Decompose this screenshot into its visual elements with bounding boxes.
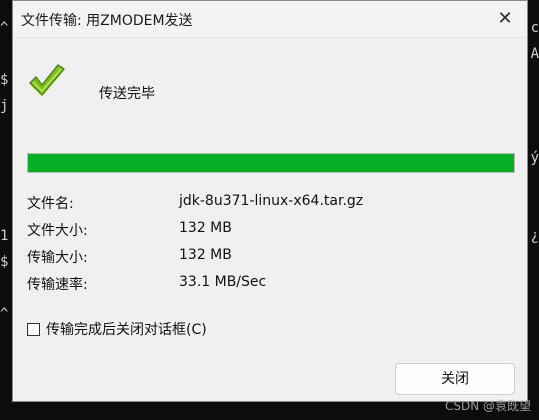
info-row-speed: 传输速率: 33.1 MB/Sec	[27, 274, 507, 301]
info-value: 132 MB	[179, 247, 232, 263]
info-label: 文件名:	[27, 196, 74, 212]
progress-bar	[27, 153, 515, 173]
terminal-char: ý	[530, 150, 539, 166]
info-label: 文件大小:	[27, 223, 88, 239]
dialog-title: 文件传输: 用ZMODEM发送	[21, 13, 193, 29]
close-icon[interactable]: ✕	[493, 7, 517, 31]
terminal-char	[527, 202, 539, 228]
terminal-char: ¿	[530, 228, 539, 244]
terminal-char	[527, 176, 539, 202]
terminal-char	[527, 124, 539, 150]
info-label: 传输速率:	[27, 277, 88, 293]
info-row-filesize: 文件大小: 132 MB	[27, 220, 507, 247]
dialog-titlebar[interactable]: 文件传输: 用ZMODEM发送 ✕	[13, 1, 527, 38]
watermark: CSDN @袁既望	[444, 399, 531, 413]
check-icon	[29, 64, 65, 96]
info-value: jdk-8u371-linux-x64.tar.gz	[179, 193, 364, 209]
info-value: 33.1 MB/Sec	[179, 274, 267, 290]
terminal-char: A	[530, 46, 539, 62]
close-on-complete-option[interactable]: 传输完成后关闭对话框(C)	[27, 319, 207, 339]
info-label: 传输大小:	[27, 250, 88, 266]
terminal-char	[527, 72, 539, 98]
info-value: 132 MB	[179, 220, 232, 236]
terminal-char: c	[530, 20, 539, 36]
close-button[interactable]: 关闭	[395, 363, 515, 395]
transfer-status: 传送完毕	[99, 86, 155, 102]
close-on-complete-label: 传输完成后关闭对话框(C)	[46, 322, 207, 338]
transfer-info: 文件名: jdk-8u371-linux-x64.tar.gz 文件大小: 13…	[27, 193, 507, 301]
terminal-background-right: c A ý ¿	[527, 20, 539, 254]
file-transfer-dialog: 文件传输: 用ZMODEM发送 ✕ 传送完毕 文件名: jdk-8u371-li…	[12, 0, 528, 402]
info-row-transferred: 传输大小: 132 MB	[27, 247, 507, 274]
terminal-char	[527, 98, 539, 124]
progress-bar-fill	[28, 154, 514, 172]
close-on-complete-checkbox[interactable]	[27, 322, 40, 336]
info-row-filename: 文件名: jdk-8u371-linux-x64.tar.gz	[27, 193, 507, 220]
